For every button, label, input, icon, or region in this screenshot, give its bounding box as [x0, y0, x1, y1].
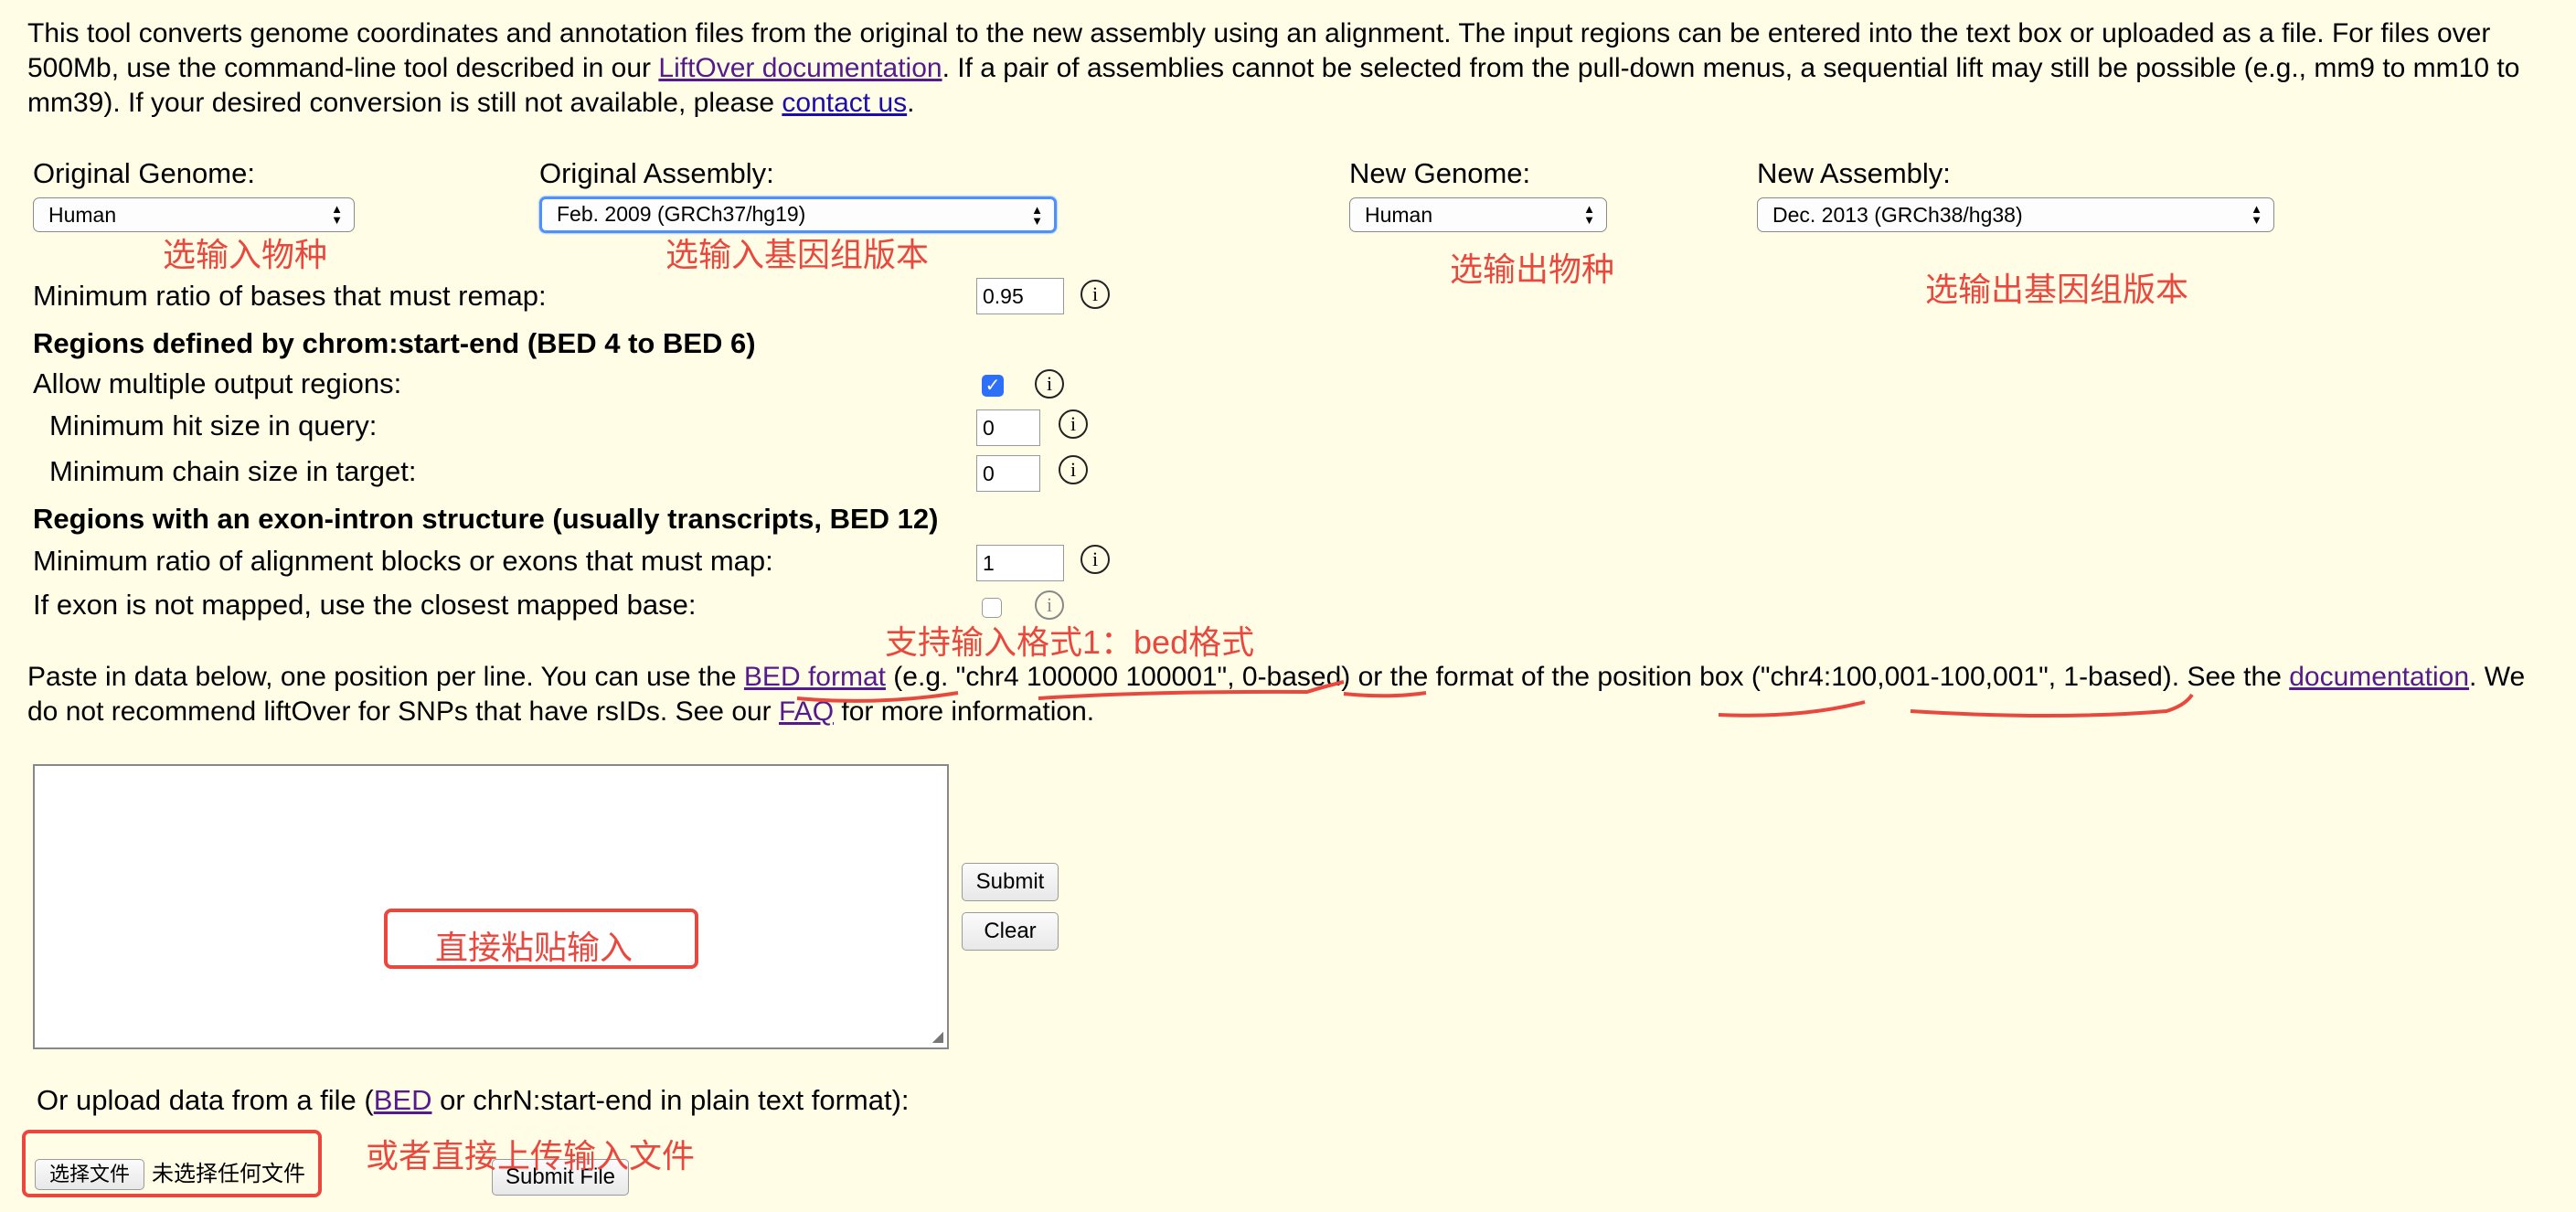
underline-bed-example	[1038, 680, 1345, 700]
underline-zero-based	[1343, 691, 1427, 698]
underline-position-example	[1910, 693, 2194, 718]
underline-bed-format	[796, 691, 959, 703]
annotation-underlines	[796, 680, 2194, 718]
underline-position-box	[1718, 700, 1866, 718]
